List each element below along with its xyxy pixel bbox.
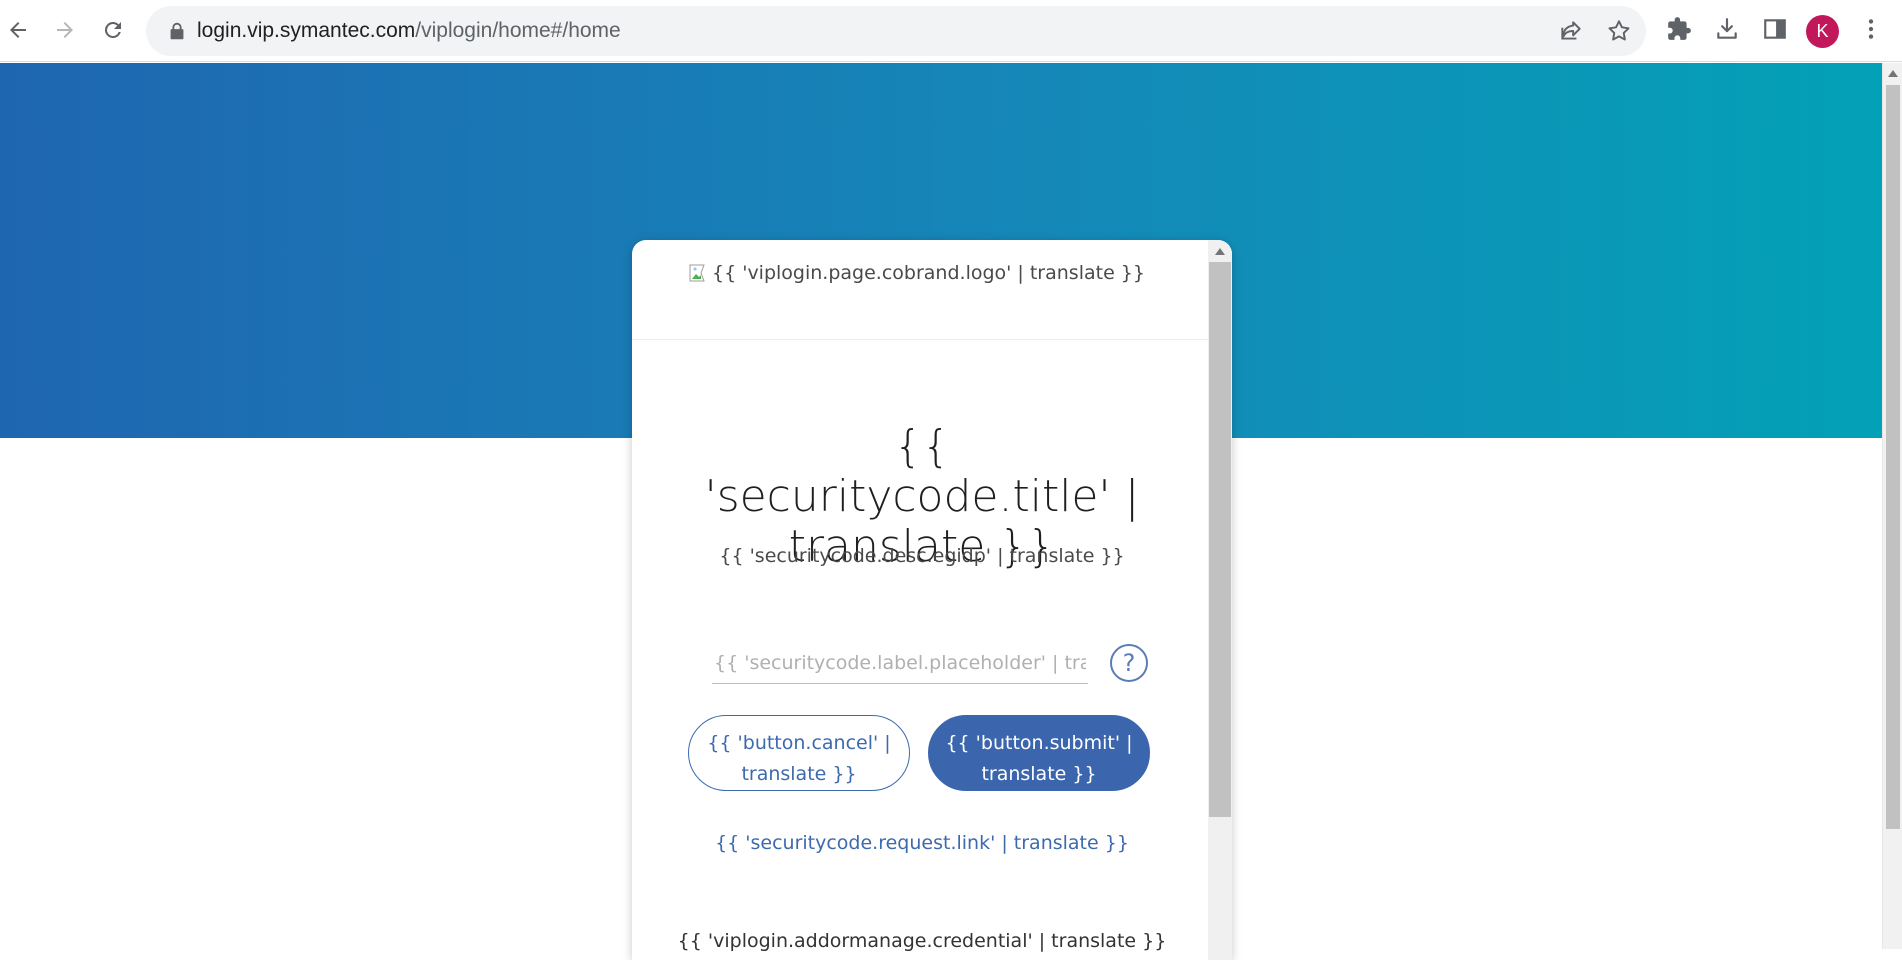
request-code-link[interactable]: {{ 'securitycode.request.link' | transla…	[672, 832, 1172, 854]
back-arrow-icon	[10, 22, 26, 38]
reload-icon	[104, 21, 121, 38]
url-host: login.vip.symantec.com	[197, 19, 416, 42]
extensions-puzzle-icon[interactable]	[1664, 14, 1694, 44]
security-code-input[interactable]	[712, 642, 1088, 684]
back-button[interactable]	[0, 12, 36, 48]
card-scroll-up-icon[interactable]	[1215, 248, 1225, 255]
card-header: {{ 'viplogin.page.cobrand.logo' | transl…	[632, 240, 1208, 340]
card-scrollbar[interactable]	[1208, 240, 1232, 960]
reload-button[interactable]	[95, 12, 131, 48]
forward-button[interactable]	[47, 12, 83, 48]
cobrand-logo-alt-text: {{ 'viplogin.page.cobrand.logo' | transl…	[712, 262, 1145, 284]
help-icon[interactable]: ?	[1110, 644, 1148, 682]
page-scrollbar[interactable]	[1882, 63, 1902, 949]
share-icon[interactable]	[1558, 18, 1584, 44]
forward-arrow-icon	[57, 22, 73, 38]
submit-button[interactable]: {{ 'button.submit' | translate }}	[928, 715, 1150, 791]
broken-image-icon	[688, 262, 710, 284]
url-text[interactable]: login.vip.symantec.com/viplogin/home#/ho…	[197, 19, 621, 43]
login-card: {{ 'viplogin.page.cobrand.logo' | transl…	[632, 240, 1232, 960]
kebab-menu-icon[interactable]	[1856, 14, 1886, 44]
cancel-button[interactable]: {{ 'button.cancel' | translate }}	[688, 715, 910, 791]
card-scrollbar-thumb[interactable]	[1209, 262, 1231, 817]
scroll-up-icon[interactable]	[1888, 70, 1898, 77]
address-bar[interactable]: login.vip.symantec.com/viplogin/home#/ho…	[146, 6, 1646, 56]
cobrand-logo: {{ 'viplogin.page.cobrand.logo' | transl…	[688, 262, 1145, 284]
page-description: {{ 'securitycode.desc.egidp' | translate…	[719, 545, 1125, 567]
lock-icon	[170, 22, 184, 40]
bookmark-star-icon[interactable]	[1606, 18, 1632, 44]
side-panel-icon[interactable]	[1760, 14, 1790, 44]
profile-avatar[interactable]: K	[1806, 15, 1839, 48]
download-icon[interactable]	[1712, 14, 1742, 44]
url-path: /viplogin/home#/home	[415, 19, 621, 42]
page-scrollbar-thumb[interactable]	[1886, 85, 1900, 829]
browser-toolbar: login.vip.symantec.com/viplogin/home#/ho…	[0, 0, 1902, 62]
